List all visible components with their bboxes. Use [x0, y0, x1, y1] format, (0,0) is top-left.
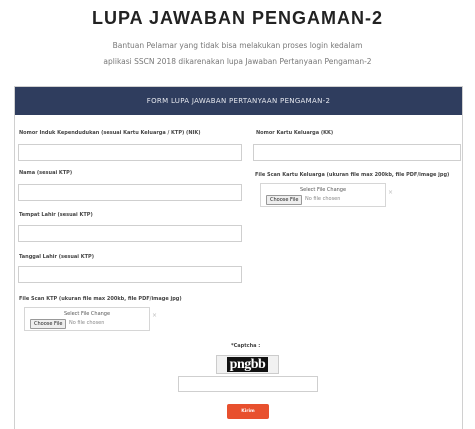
file-kk-status: No file chosen: [305, 196, 341, 202]
file-ktp-remove-icon[interactable]: ×: [152, 312, 157, 319]
file-ktp-upload[interactable]: Select File Change Choose File No file c…: [24, 307, 150, 331]
kk-input[interactable]: [253, 144, 461, 161]
file-kk-drop-label: Select File Change: [299, 187, 347, 193]
captcha-image-text: pngbb: [226, 357, 269, 372]
file-ktp-label: File Scan KTP (ukuran file max 200kb, fi…: [19, 296, 182, 302]
form-header: FORM LUPA JAWABAN PERTANYAAN PENGAMAN-2: [15, 87, 462, 115]
tanggal-lahir-input[interactable]: [18, 266, 242, 283]
nik-label: Nomor Induk Kependudukan (sesuai Kartu K…: [19, 130, 201, 136]
tanggal-lahir-label: Tanggal Lahir (sesuai KTP): [19, 254, 94, 260]
captcha-image: pngbb: [216, 355, 279, 374]
captcha-label: *Captcha :: [231, 343, 261, 349]
page-subtitle-line2: aplikasi SSCN 2018 dikarenakan lupa Jawa…: [103, 57, 372, 66]
file-kk-remove-icon[interactable]: ×: [388, 189, 393, 196]
page-title: LUPA JAWABAN PENGAMAN-2: [91, 8, 383, 28]
page-subtitle-line1: Bantuan Pelamar yang tidak bisa melakuka…: [112, 41, 363, 50]
file-ktp-choose-button[interactable]: Choose File: [30, 319, 67, 329]
kk-label: Nomor Kartu Keluarga (KK): [256, 130, 334, 136]
nama-input[interactable]: [18, 184, 242, 201]
file-kk-choose-button[interactable]: Choose File: [266, 195, 303, 205]
nik-input[interactable]: [18, 144, 242, 161]
file-ktp-drop-label: Select File Change: [63, 311, 111, 317]
nama-label: Nama (sesuai KTP): [19, 170, 73, 176]
file-kk-label: File Scan Kartu Keluarga (ukuran file ma…: [255, 172, 450, 178]
captcha-input[interactable]: [178, 376, 318, 392]
tempat-lahir-label: Tempat Lahir (sesuai KTP): [19, 212, 93, 218]
file-kk-upload[interactable]: Select File Change Choose File No file c…: [260, 183, 386, 207]
submit-button[interactable]: Kirim: [227, 404, 269, 419]
tempat-lahir-input[interactable]: [18, 225, 242, 242]
file-ktp-status: No file chosen: [69, 320, 105, 326]
